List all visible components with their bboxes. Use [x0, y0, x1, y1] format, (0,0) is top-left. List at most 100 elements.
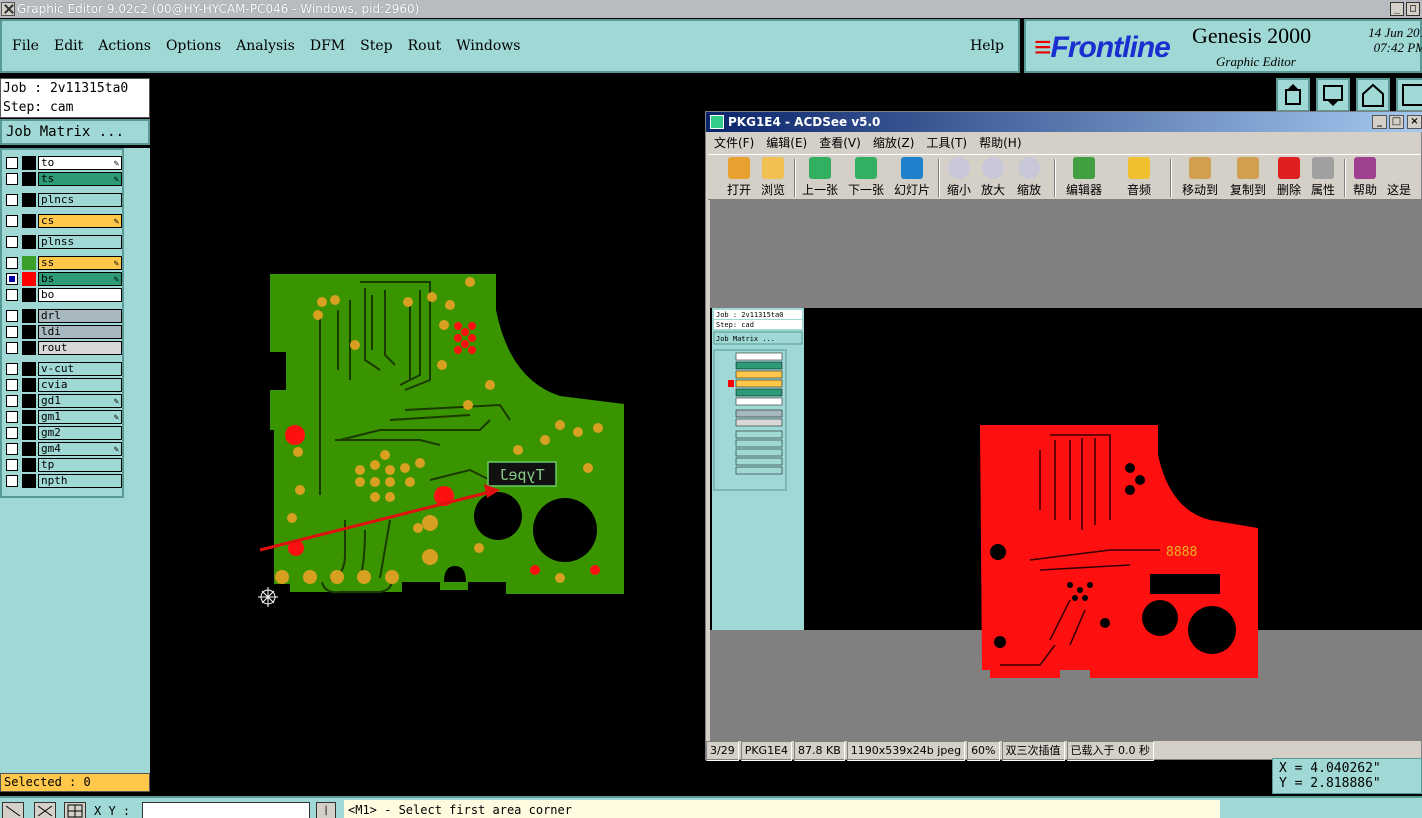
layer-color-swatch[interactable] [22, 256, 36, 270]
layer-row-to[interactable]: to ✎ [6, 156, 122, 170]
acdsee-menu-edit[interactable]: 编辑(E) [766, 134, 807, 151]
layer-color-swatch[interactable] [22, 458, 36, 472]
acdsee-menu-tools[interactable]: 工具(T) [926, 134, 967, 151]
measure-button[interactable] [34, 802, 56, 818]
tool-prev-button[interactable]: 上一张 [798, 157, 842, 201]
tool-move-to-button[interactable]: 移动到 [1176, 157, 1224, 201]
layer-color-swatch[interactable] [22, 426, 36, 440]
layer-name[interactable]: plnss [38, 235, 122, 249]
snap-button[interactable] [2, 802, 24, 818]
menu-step[interactable]: Step [360, 38, 392, 54]
layer-color-swatch[interactable] [22, 272, 36, 286]
menu-rout[interactable]: Rout [408, 38, 442, 54]
layer-row-cs[interactable]: cs ✎ [6, 214, 122, 228]
menu-edit[interactable]: Edit [54, 38, 83, 54]
layer-checkbox[interactable] [6, 257, 18, 269]
layer-checkbox[interactable] [6, 157, 18, 169]
layer-name[interactable]: gm2 [38, 426, 122, 440]
tool-zoom-button[interactable]: 缩放 [1012, 157, 1046, 201]
layer-color-swatch[interactable] [22, 193, 36, 207]
layer-name[interactable]: npth [38, 474, 122, 488]
menu-options[interactable]: Options [166, 38, 221, 54]
layer-name[interactable]: cs ✎ [38, 214, 122, 228]
layer-row-cvia[interactable]: cvia [6, 378, 122, 392]
layer-color-swatch[interactable] [22, 442, 36, 456]
layer-row-gm1[interactable]: gm1 ✎ [6, 410, 122, 424]
layer-checkbox[interactable] [6, 363, 18, 375]
layer-checkbox[interactable] [6, 443, 18, 455]
menu-windows[interactable]: Windows [456, 38, 520, 54]
layer-checkbox[interactable] [6, 342, 18, 354]
layer-row-gm2[interactable]: gm2 [6, 426, 122, 440]
tool-open-button[interactable]: 打开 [722, 157, 756, 201]
layer-color-swatch[interactable] [22, 341, 36, 355]
layer-name[interactable]: tp [38, 458, 122, 472]
tool-properties-button[interactable]: 属性 [1306, 157, 1340, 201]
layer-checkbox[interactable] [6, 395, 18, 407]
layer-color-swatch[interactable] [22, 172, 36, 186]
layer-name[interactable]: gd1 ✎ [38, 394, 122, 408]
layer-color-swatch[interactable] [22, 474, 36, 488]
layer-checkbox[interactable] [6, 379, 18, 391]
layer-color-swatch[interactable] [22, 362, 36, 376]
layer-color-swatch[interactable] [22, 156, 36, 170]
tool-audio-button[interactable]: 音频 [1122, 157, 1156, 201]
layer-row-rout[interactable]: rout [6, 341, 122, 355]
minimize-button[interactable]: _ [1390, 2, 1404, 16]
tool-whatsthis-button[interactable]: 这是 [1382, 157, 1416, 201]
layer-row-plnss[interactable]: plnss [6, 235, 122, 249]
layer-checkbox[interactable] [6, 194, 18, 206]
layer-color-swatch[interactable] [22, 288, 36, 302]
acdsee-close-button[interactable]: × [1407, 115, 1422, 129]
layer-checkbox[interactable] [6, 236, 18, 248]
layer-row-plncs[interactable]: plncs [6, 193, 122, 207]
layer-row-bo[interactable]: bo [6, 288, 122, 302]
layer-name[interactable]: rout [38, 341, 122, 355]
layer-row-bs[interactable]: bs ✎ [6, 272, 122, 286]
layer-color-swatch[interactable] [22, 378, 36, 392]
layer-checkbox[interactable] [6, 173, 18, 185]
menu-analysis[interactable]: Analysis [236, 38, 295, 54]
acdsee-image-view[interactable]: Job : 2v11315ta0 Step: cad Job Matrix ..… [710, 200, 1422, 741]
layer-row-npth[interactable]: npth [6, 474, 122, 488]
layer-name[interactable]: ldi [38, 325, 122, 339]
layer-name[interactable]: gm1 ✎ [38, 410, 122, 424]
layer-name[interactable]: plncs [38, 193, 122, 207]
tool-zoom-in-button[interactable]: 放大 [976, 157, 1010, 201]
grid-snap-button[interactable] [64, 802, 86, 818]
layer-name[interactable]: bo [38, 288, 122, 302]
layer-checkbox[interactable] [6, 215, 18, 227]
tool-delete-button[interactable]: 删除 [1272, 157, 1306, 201]
xy-apply-button[interactable]: | [316, 802, 336, 818]
layer-row-ts[interactable]: ts ✎ [6, 172, 122, 186]
menu-actions[interactable]: Actions [98, 38, 151, 54]
layer-name[interactable]: drl [38, 309, 122, 323]
layer-row-tp[interactable]: tp [6, 458, 122, 472]
layer-row-ss[interactable]: ss ✎ [6, 256, 122, 270]
layer-name[interactable]: ts ✎ [38, 172, 122, 186]
acdsee-menu-file[interactable]: 文件(F) [714, 134, 754, 151]
layer-name[interactable]: gm4 ✎ [38, 442, 122, 456]
layer-row-gd1[interactable]: gd1 ✎ [6, 394, 122, 408]
layer-row-gm4[interactable]: gm4 ✎ [6, 442, 122, 456]
layer-checkbox[interactable] [6, 475, 18, 487]
layer-color-swatch[interactable] [22, 410, 36, 424]
layer-checkbox[interactable] [6, 459, 18, 471]
tool-slideshow-button[interactable]: 幻灯片 [890, 157, 934, 201]
tool-browse-button[interactable]: 浏览 [756, 157, 790, 201]
layer-color-swatch[interactable] [22, 394, 36, 408]
layer-color-swatch[interactable] [22, 235, 36, 249]
maximize-button[interactable]: □ [1406, 2, 1420, 16]
layer-color-swatch[interactable] [22, 309, 36, 323]
app-x-icon[interactable] [1, 2, 15, 16]
acdsee-menu-zoom[interactable]: 缩放(Z) [873, 134, 915, 151]
tool-next-button[interactable]: 下一张 [844, 157, 888, 201]
tool-zoom-out-button[interactable]: 缩小 [942, 157, 976, 201]
acdsee-maximize-button[interactable]: □ [1389, 115, 1404, 129]
tool-editor-button[interactable]: 编辑器 [1060, 157, 1108, 201]
layer-color-swatch[interactable] [22, 325, 36, 339]
layer-row-v-cut[interactable]: v-cut [6, 362, 122, 376]
xy-input[interactable] [142, 802, 310, 818]
layer-name[interactable]: ss ✎ [38, 256, 122, 270]
layer-checkbox[interactable] [6, 427, 18, 439]
